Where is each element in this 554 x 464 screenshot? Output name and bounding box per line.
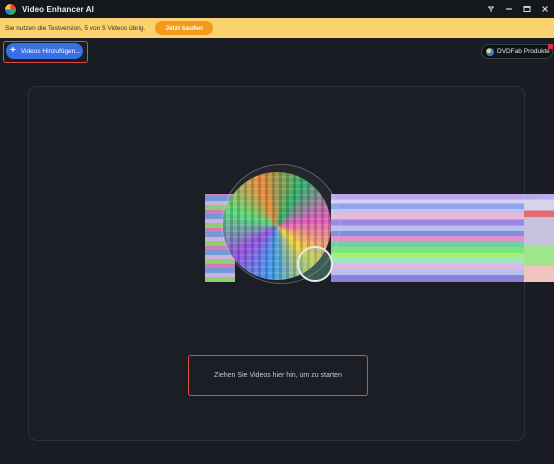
illustration-ring bbox=[297, 246, 333, 282]
drop-hint-box: Ziehen Sie Videos hier hin, um zu starte… bbox=[188, 355, 368, 396]
minimize-icon[interactable] bbox=[500, 0, 518, 18]
add-videos-label: Videos Hinzufügen... bbox=[20, 47, 81, 55]
notification-dot bbox=[548, 44, 553, 49]
trial-banner: Sie nutzen die Testversion, 5 von 5 Vide… bbox=[0, 18, 554, 38]
app-window: Video Enhancer AI Sie nutzen die Testver… bbox=[0, 0, 554, 464]
illustration-right-block bbox=[524, 201, 554, 282]
close-icon[interactable] bbox=[536, 0, 554, 18]
window-controls bbox=[482, 0, 554, 18]
buy-now-button[interactable]: Jetzt kaufen bbox=[155, 21, 213, 35]
window-title: Video Enhancer AI bbox=[22, 4, 94, 14]
illustration-stripes bbox=[331, 194, 554, 282]
trial-banner-text: Sie nutzen die Testversion, 5 von 5 Vide… bbox=[5, 24, 146, 32]
add-videos-button[interactable]: + Videos Hinzufügen... bbox=[6, 43, 83, 59]
plus-icon: + bbox=[10, 45, 16, 56]
dvdfab-products-label: DVDFab Produkte bbox=[497, 48, 550, 55]
app-logo-icon bbox=[4, 2, 17, 16]
drop-hint-text: Ziehen Sie Videos hier hin, um zu starte… bbox=[214, 372, 342, 379]
drop-zone-illustration bbox=[205, 160, 554, 288]
title-bar[interactable]: Video Enhancer AI bbox=[0, 0, 554, 18]
dvdfab-products-button[interactable]: DVDFab Produkte bbox=[481, 44, 553, 59]
dvdfab-logo-icon bbox=[486, 47, 494, 56]
maximize-icon[interactable] bbox=[518, 0, 536, 18]
pin-icon[interactable] bbox=[482, 0, 500, 18]
